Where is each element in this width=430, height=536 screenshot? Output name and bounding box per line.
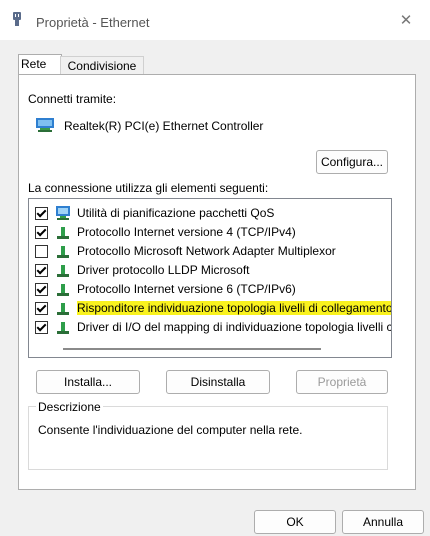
component-checkbox[interactable] <box>35 283 48 296</box>
component-label: Driver di I/O del mapping di individuazi… <box>77 320 392 334</box>
component-checkbox[interactable] <box>35 321 48 334</box>
cancel-button[interactable]: Annulla <box>342 510 424 534</box>
window-title: Proprietà - Ethernet <box>36 15 150 30</box>
tab-rete[interactable]: Rete <box>18 54 62 75</box>
component-label: Protocollo Microsoft Network Adapter Mul… <box>77 244 336 258</box>
install-button[interactable]: Installa... <box>36 370 140 394</box>
list-item[interactable]: Utilità di pianificazione pacchetti QoS <box>29 203 391 223</box>
description-text: Consente l'individuazione del computer n… <box>38 423 303 437</box>
horizontal-scrollbar[interactable] <box>63 348 321 350</box>
description-title: Descrizione <box>36 400 103 414</box>
component-label: Protocollo Internet versione 4 (TCP/IPv4… <box>77 225 296 239</box>
component-label: Protocollo Internet versione 6 (TCP/IPv6… <box>77 282 296 296</box>
adapter-name: Realtek(R) PCI(e) Ethernet Controller <box>64 119 264 133</box>
title-bar: Proprietà - Ethernet ✕ <box>0 0 430 40</box>
protocol-icon <box>57 246 69 258</box>
component-checkbox[interactable] <box>35 226 48 239</box>
list-item[interactable]: Driver protocollo LLDP Microsoft <box>29 260 391 280</box>
list-item[interactable]: Protocollo Internet versione 4 (TCP/IPv4… <box>29 222 391 242</box>
configure-button[interactable]: Configura... <box>316 150 388 174</box>
close-button[interactable]: ✕ <box>392 10 420 32</box>
connect-using-label: Connetti tramite: <box>28 92 117 106</box>
component-checkbox[interactable] <box>35 264 48 277</box>
list-item[interactable]: Protocollo Microsoft Network Adapter Mul… <box>29 241 391 261</box>
components-label: La connessione utilizza gli elementi seg… <box>28 181 269 195</box>
component-checkbox[interactable] <box>35 302 48 315</box>
component-label: Risponditore individuazione topologia li… <box>77 301 391 315</box>
protocol-icon <box>57 227 69 239</box>
protocol-icon <box>57 303 69 315</box>
component-checkbox[interactable] <box>35 207 48 220</box>
protocol-icon <box>57 284 69 296</box>
protocol-icon <box>57 322 69 334</box>
component-label: Driver protocollo LLDP Microsoft <box>77 263 250 277</box>
properties-button[interactable]: Proprietà <box>296 370 388 394</box>
list-item[interactable]: Protocollo Internet versione 6 (TCP/IPv6… <box>29 279 391 299</box>
list-item[interactable]: Risponditore individuazione topologia li… <box>29 298 391 318</box>
ethernet-plug-icon <box>13 12 21 26</box>
description-group <box>28 406 388 470</box>
component-checkbox[interactable] <box>35 245 48 258</box>
component-label: Utilità di pianificazione pacchetti QoS <box>77 206 275 220</box>
tab-condivisione[interactable]: Condivisione <box>60 56 144 75</box>
components-list[interactable]: Driver di I/O del mapping di individuazi… <box>28 198 392 358</box>
ok-button[interactable]: OK <box>254 510 336 534</box>
uninstall-button[interactable]: Disinstalla <box>166 370 270 394</box>
protocol-icon <box>57 265 69 277</box>
close-icon: ✕ <box>399 12 413 29</box>
network-adapter-icon <box>36 118 54 132</box>
list-item[interactable]: Driver di I/O del mapping di individuazi… <box>29 317 391 337</box>
qos-scheduler-icon <box>56 206 70 220</box>
